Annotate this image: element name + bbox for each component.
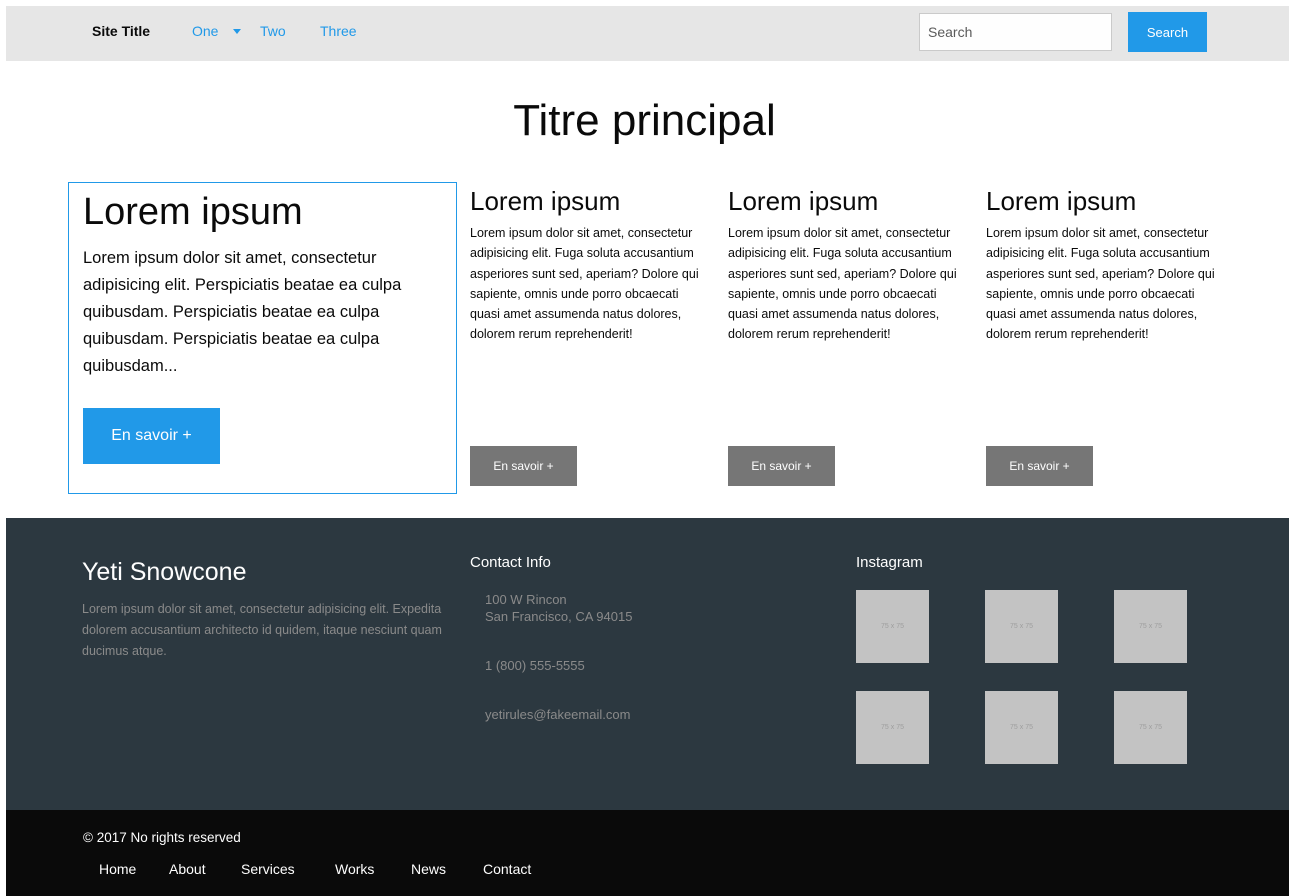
contact-info-heading: Contact Info xyxy=(470,554,551,571)
footer-link-services[interactable]: Services xyxy=(241,861,295,877)
featured-learn-more-button[interactable]: En savoir + xyxy=(83,408,220,464)
featured-card: Lorem ipsum Lorem ipsum dolor sit amet, … xyxy=(68,182,457,494)
instagram-thumbnail[interactable]: 75 x 75 xyxy=(985,590,1058,663)
card: Lorem ipsum Lorem ipsum dolor sit amet, … xyxy=(728,186,968,486)
card-heading: Lorem ipsum xyxy=(986,186,1137,216)
footer-link-contact[interactable]: Contact xyxy=(483,861,531,877)
instagram-thumbnail[interactable]: 75 x 75 xyxy=(1114,691,1187,764)
featured-card-text: Lorem ipsum dolor sit amet, consectetur … xyxy=(83,249,402,375)
instagram-thumbnail[interactable]: 75 x 75 xyxy=(1114,590,1187,663)
card-heading: Lorem ipsum xyxy=(470,186,621,216)
search-button[interactable]: Search xyxy=(1128,12,1207,52)
nav-item-three[interactable]: Three xyxy=(320,23,357,39)
bottom-bar: © 2017 No rights reserved Home About Ser… xyxy=(6,810,1289,896)
instagram-thumbnail[interactable]: 75 x 75 xyxy=(856,691,929,764)
address-line-2: San Francisco, CA 94015 xyxy=(485,609,633,624)
learn-more-button[interactable]: En savoir + xyxy=(986,446,1093,486)
site-title[interactable]: Site Title xyxy=(92,23,150,39)
card: Lorem ipsum Lorem ipsum dolor sit amet, … xyxy=(986,186,1226,486)
nav-item-one[interactable]: One xyxy=(192,23,218,39)
footer-link-news[interactable]: News xyxy=(411,861,446,877)
top-bar-wrapper: Site Title One Two Three Search xyxy=(0,0,1289,62)
instagram-thumbnail[interactable]: 75 x 75 xyxy=(856,590,929,663)
instagram-thumbnail[interactable]: 75 x 75 xyxy=(985,691,1058,764)
nav-item-two[interactable]: Two xyxy=(260,23,286,39)
address-line-1: 100 W Rincon xyxy=(485,592,567,607)
card: Lorem ipsum Lorem ipsum dolor sit amet, … xyxy=(470,186,710,486)
footer: Yeti Snowcone Lorem ipsum dolor sit amet… xyxy=(6,518,1289,810)
card-heading: Lorem ipsum xyxy=(728,186,879,216)
footer-link-home[interactable]: Home xyxy=(99,861,136,877)
learn-more-button[interactable]: En savoir + xyxy=(470,446,577,486)
page-title: Titre principal xyxy=(513,96,776,145)
instagram-heading: Instagram xyxy=(856,554,923,571)
search-input[interactable] xyxy=(919,13,1112,51)
email-link[interactable]: yetirules@fakeemail.com xyxy=(485,707,630,723)
card-text: Lorem ipsum dolor sit amet, consectetur … xyxy=(470,226,699,342)
footer-brand: Yeti Snowcone xyxy=(82,558,247,586)
card-text: Lorem ipsum dolor sit amet, consectetur … xyxy=(728,226,957,342)
phone-number: 1 (800) 555-5555 xyxy=(485,658,585,673)
learn-more-button[interactable]: En savoir + xyxy=(728,446,835,486)
footer-description: Lorem ipsum dolor sit amet, consectetur … xyxy=(82,602,442,658)
footer-link-works[interactable]: Works xyxy=(335,861,374,877)
copyright-text: © 2017 No rights reserved xyxy=(83,830,241,845)
featured-card-heading: Lorem ipsum xyxy=(83,191,303,233)
footer-link-about[interactable]: About xyxy=(169,861,206,877)
chevron-down-icon[interactable] xyxy=(233,29,241,34)
top-bar: Site Title One Two Three Search xyxy=(6,6,1289,61)
card-text: Lorem ipsum dolor sit amet, consectetur … xyxy=(986,226,1215,342)
